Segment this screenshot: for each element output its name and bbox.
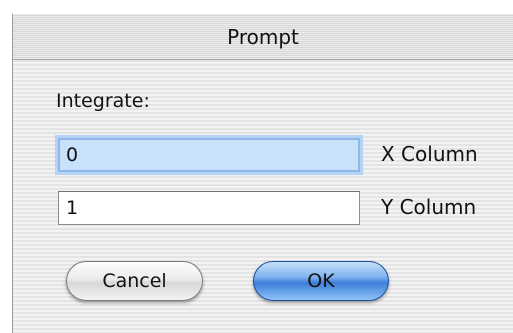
- dialog-titlebar[interactable]: Prompt: [13, 14, 513, 60]
- x-column-label: X Column: [381, 142, 478, 166]
- prompt-dialog: Prompt Integrate: X Column Y Column Canc…: [12, 14, 513, 333]
- y-column-label: Y Column: [381, 195, 477, 219]
- dialog-title: Prompt: [227, 25, 299, 49]
- cancel-button[interactable]: Cancel: [66, 261, 203, 301]
- y-column-input[interactable]: [58, 191, 360, 225]
- ok-button[interactable]: OK: [253, 261, 389, 301]
- x-column-input[interactable]: [58, 138, 360, 172]
- integrate-label: Integrate:: [56, 90, 150, 112]
